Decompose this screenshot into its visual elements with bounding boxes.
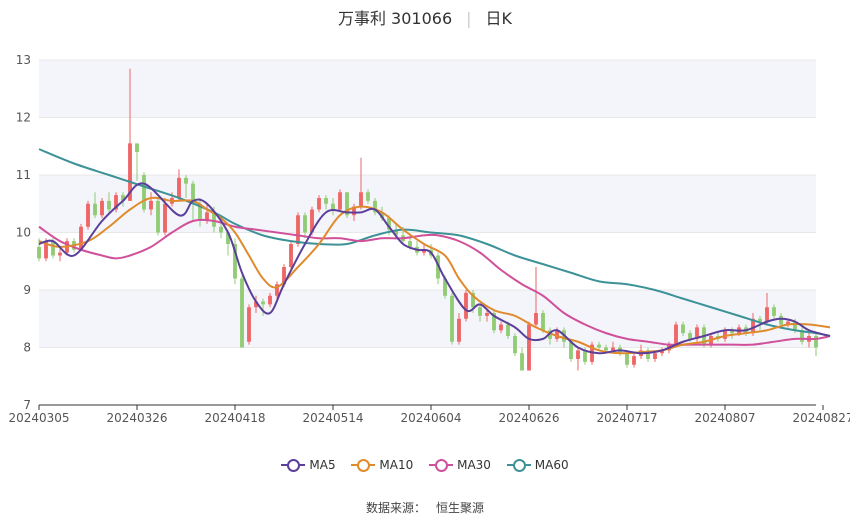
candle-body	[457, 318, 461, 342]
candle-body	[513, 336, 517, 354]
x-tick-label: 20240305	[8, 411, 69, 425]
legend-label-ma10: MA10	[379, 458, 414, 472]
candle-body	[135, 143, 139, 152]
legend-item-ma60[interactable]: MA60	[506, 458, 569, 472]
candle-body	[331, 203, 335, 210]
y-tick-label: 9	[23, 283, 31, 297]
y-tick-label: 13	[16, 53, 31, 67]
y-tick-label: 11	[16, 168, 31, 182]
legend-label-ma5: MA5	[309, 458, 336, 472]
candle-body	[506, 324, 510, 336]
candle-body	[688, 333, 692, 339]
candle-body	[653, 353, 657, 359]
candle-body	[296, 215, 300, 244]
candle-body	[814, 336, 818, 348]
candle-body	[534, 313, 538, 325]
legend-item-ma30[interactable]: MA30	[429, 458, 491, 472]
candle-body	[156, 200, 160, 233]
candle-body	[366, 192, 370, 201]
candle-body	[359, 192, 363, 207]
legend-item-ma10[interactable]: MA10	[351, 458, 413, 472]
legend-marker-ma10	[351, 458, 376, 472]
y-tick-label: 8	[23, 341, 31, 355]
candle-body	[289, 244, 293, 267]
candle-body	[247, 307, 251, 342]
legend-circle-ma60	[512, 459, 526, 472]
candle-body	[723, 330, 727, 339]
candle-body	[583, 350, 587, 362]
x-tick-label: 20240807	[694, 411, 755, 425]
y-tick-label: 12	[16, 111, 31, 125]
legend-marker-ma5	[281, 458, 306, 472]
candle-body	[597, 344, 601, 348]
candle-body	[772, 307, 776, 316]
candle-body	[625, 353, 629, 365]
candle-body	[478, 307, 482, 316]
candle-body	[520, 353, 524, 371]
legend-circle-ma10	[357, 459, 371, 472]
candle-body	[86, 203, 90, 227]
candle-body	[485, 313, 489, 316]
x-tick-label: 20240717	[596, 411, 657, 425]
candle-body	[177, 177, 181, 198]
grid-band	[39, 290, 816, 348]
legend: MA5 MA10 MA30 MA60	[0, 458, 850, 475]
legend-circle-ma30	[435, 459, 449, 472]
candle-body	[93, 203, 97, 216]
candle-body	[100, 200, 104, 216]
candle-body	[681, 324, 685, 334]
x-tick-label: 20240626	[498, 411, 559, 425]
x-tick-label: 20240326	[106, 411, 167, 425]
grid-band	[39, 60, 816, 118]
candle-body	[317, 198, 321, 210]
candle-body	[527, 324, 531, 371]
candle-body	[674, 324, 678, 345]
candle-body	[107, 200, 111, 210]
candle-body	[604, 347, 608, 351]
y-tick-label: 10	[16, 226, 31, 240]
candle-body	[450, 295, 454, 342]
x-tick-label: 20240827	[792, 411, 850, 425]
candle-body	[184, 177, 188, 184]
candle-body	[499, 324, 503, 331]
candle-body	[464, 292, 468, 319]
x-tick-label: 20240514	[302, 411, 363, 425]
candle-body	[51, 241, 55, 256]
source-value: 恒生聚源	[436, 501, 485, 515]
candle-body	[163, 203, 167, 233]
candle-body	[58, 252, 62, 256]
source-label: 数据来源：	[365, 501, 426, 515]
kline-chart: 7 8 9 10 11 12 13 20240305 20240326 20240418 20240…	[8, 53, 850, 425]
candle-body	[779, 315, 783, 325]
candle-body	[765, 307, 769, 322]
candle-body	[576, 350, 580, 359]
candle-body	[632, 356, 636, 365]
candle-body	[408, 241, 412, 247]
candle-body	[261, 301, 265, 305]
legend-item-ma5[interactable]: MA5	[281, 458, 336, 472]
legend-marker-ma30	[429, 458, 454, 472]
legend-label-ma30: MA30	[457, 458, 491, 472]
candle-body	[149, 200, 153, 210]
legend-circle-ma5	[287, 459, 301, 472]
legend-label-ma60: MA60	[534, 458, 569, 472]
data-source: 数据来源： 恒生聚源	[0, 499, 850, 516]
candle-body	[268, 295, 272, 305]
y-tick-label: 7	[23, 398, 31, 412]
grid-band	[39, 175, 816, 233]
candle-body	[338, 192, 342, 210]
x-tick-label: 20240418	[204, 411, 265, 425]
candle-body	[303, 215, 307, 233]
candle-body	[37, 246, 41, 259]
candle-body	[219, 226, 223, 233]
x-tick-label: 20240604	[400, 411, 461, 425]
candle-body	[611, 347, 615, 351]
candle-body	[240, 278, 244, 348]
legend-marker-ma60	[506, 458, 531, 472]
candle-body	[541, 313, 545, 331]
candle-body	[324, 198, 328, 204]
candle-body	[142, 175, 146, 210]
